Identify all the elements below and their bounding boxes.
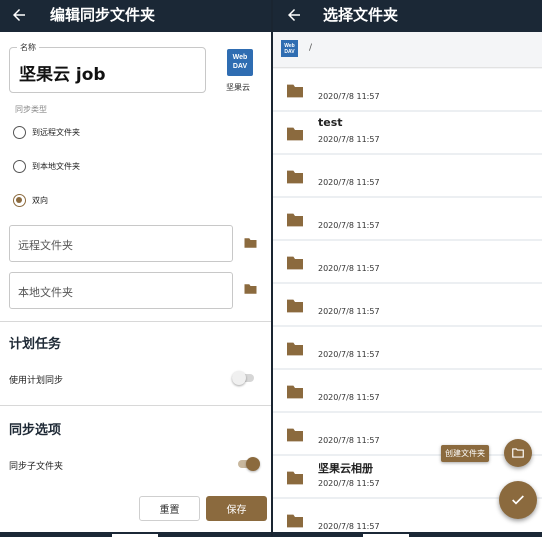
folder-row[interactable]: 2020/7/8 11:57 (273, 327, 542, 370)
folder-row[interactable]: 2020/7/8 11:57 (273, 69, 542, 112)
divider (0, 321, 271, 322)
create-folder-button[interactable] (504, 439, 532, 467)
folder-icon (287, 514, 303, 528)
folder-icon (287, 471, 303, 485)
folder-date: 2020/7/8 11:57 (318, 264, 380, 273)
folder-name: test (318, 116, 343, 129)
subfolder-toggle[interactable] (238, 457, 260, 471)
create-folder-label[interactable]: 创建文件夹 (441, 445, 489, 462)
folder-row[interactable]: 2020/7/8 11:57 (273, 284, 542, 327)
sync-type-label: 同步类型 (15, 105, 47, 114)
schedule-setting-label: 使用计划同步 (9, 376, 64, 386)
folder-icon (287, 342, 303, 356)
folder-icon (287, 127, 303, 141)
folder-row[interactable]: 2020/7/8 11:57 (273, 413, 542, 456)
folder-icon (287, 84, 303, 98)
name-field-label: 名称 (17, 42, 39, 53)
remote-folder-placeholder: 远程文件夹 (18, 239, 73, 252)
app-bar: 编辑同步文件夹 (0, 0, 271, 32)
folder-date: 2020/7/8 11:57 (318, 92, 380, 101)
system-nav-bar (0, 532, 271, 537)
folder-icon[interactable] (243, 283, 258, 295)
local-folder-placeholder: 本地文件夹 (18, 286, 73, 299)
webdav-logo-line2: DAV (232, 63, 248, 70)
toggle-knob (232, 371, 246, 385)
schedule-section-title: 计划任务 (9, 337, 62, 352)
name-field-value[interactable]: 坚果云 job (19, 60, 106, 85)
toggle-knob (246, 457, 260, 471)
folder-date: 2020/7/8 11:57 (318, 393, 380, 402)
confirm-button[interactable] (499, 481, 537, 519)
radio-button[interactable] (13, 159, 26, 173)
page-title: 选择文件夹 (323, 6, 399, 24)
select-folder-screen: 选择文件夹 Web DAV / 2020/7/8 11:57 test 2020/7… (273, 0, 542, 537)
subfolder-setting-label: 同步子文件夹 (9, 462, 64, 472)
folder-plus-icon (512, 448, 524, 458)
reset-button[interactable]: 重置 (139, 496, 200, 521)
edit-sync-folder-screen: 编辑同步文件夹 名称 坚果云 job Web DAV 坚果云 同步类型 到远程文… (0, 0, 271, 537)
radio-label: 到远程文件夹 (32, 127, 80, 137)
local-folder-field[interactable]: 本地文件夹 (9, 272, 233, 309)
folder-row[interactable]: 2020/7/8 11:57 (273, 241, 542, 284)
webdav-logo-line2: DAV (284, 49, 295, 55)
folder-date: 2020/7/8 11:57 (318, 436, 380, 445)
folder-row[interactable]: test 2020/7/8 11:57 (273, 112, 542, 155)
radio-label: 双向 (32, 195, 48, 205)
breadcrumb: Web DAV / (273, 32, 542, 68)
folder-icon (287, 170, 303, 184)
radio-to-local[interactable]: 到本地文件夹 (13, 158, 80, 174)
radio-button-selected[interactable] (13, 193, 26, 207)
webdav-logo-line1: Web (232, 54, 248, 61)
folder-icon (287, 213, 303, 227)
folder-row[interactable]: 2020/7/8 11:57 (273, 370, 542, 413)
arrow-left-icon[interactable] (10, 6, 28, 24)
arrow-left-icon[interactable] (285, 6, 303, 24)
page-title: 编辑同步文件夹 (50, 6, 156, 24)
check-icon (512, 495, 524, 505)
folder-date: 2020/7/8 11:57 (318, 221, 380, 230)
breadcrumb-path[interactable]: / (309, 43, 312, 53)
webdav-logo: Web DAV (227, 49, 253, 76)
divider (0, 405, 271, 406)
system-nav-bar (273, 532, 542, 537)
folder-icon[interactable] (243, 237, 258, 249)
folder-icon (287, 299, 303, 313)
remote-folder-field[interactable]: 远程文件夹 (9, 225, 233, 262)
folder-date: 2020/7/8 11:57 (318, 522, 380, 531)
folder-date: 2020/7/8 11:57 (318, 350, 380, 359)
folder-name: 坚果云相册 (318, 462, 373, 475)
radio-to-remote[interactable]: 到远程文件夹 (13, 124, 80, 140)
folder-date: 2020/7/8 11:57 (318, 307, 380, 316)
folder-row[interactable]: 2020/7/8 11:57 (273, 155, 542, 198)
sync-options-section-title: 同步选项 (9, 423, 62, 438)
folder-date: 2020/7/8 11:57 (318, 178, 380, 187)
folder-icon (287, 256, 303, 270)
radio-two-way[interactable]: 双向 (13, 192, 48, 208)
folder-date: 2020/7/8 11:57 (318, 479, 380, 488)
folder-icon (287, 385, 303, 399)
folder-row[interactable]: 2020/7/8 11:57 (273, 198, 542, 241)
webdav-logo[interactable]: Web DAV (281, 40, 298, 57)
radio-label: 到本地文件夹 (32, 161, 80, 171)
radio-button[interactable] (13, 125, 26, 139)
server-caption: 坚果云 (226, 83, 250, 92)
save-button[interactable]: 保存 (206, 496, 267, 521)
app-bar: 选择文件夹 (273, 0, 542, 32)
folder-date: 2020/7/8 11:57 (318, 135, 380, 144)
schedule-toggle[interactable] (232, 371, 254, 385)
folder-icon (287, 428, 303, 442)
